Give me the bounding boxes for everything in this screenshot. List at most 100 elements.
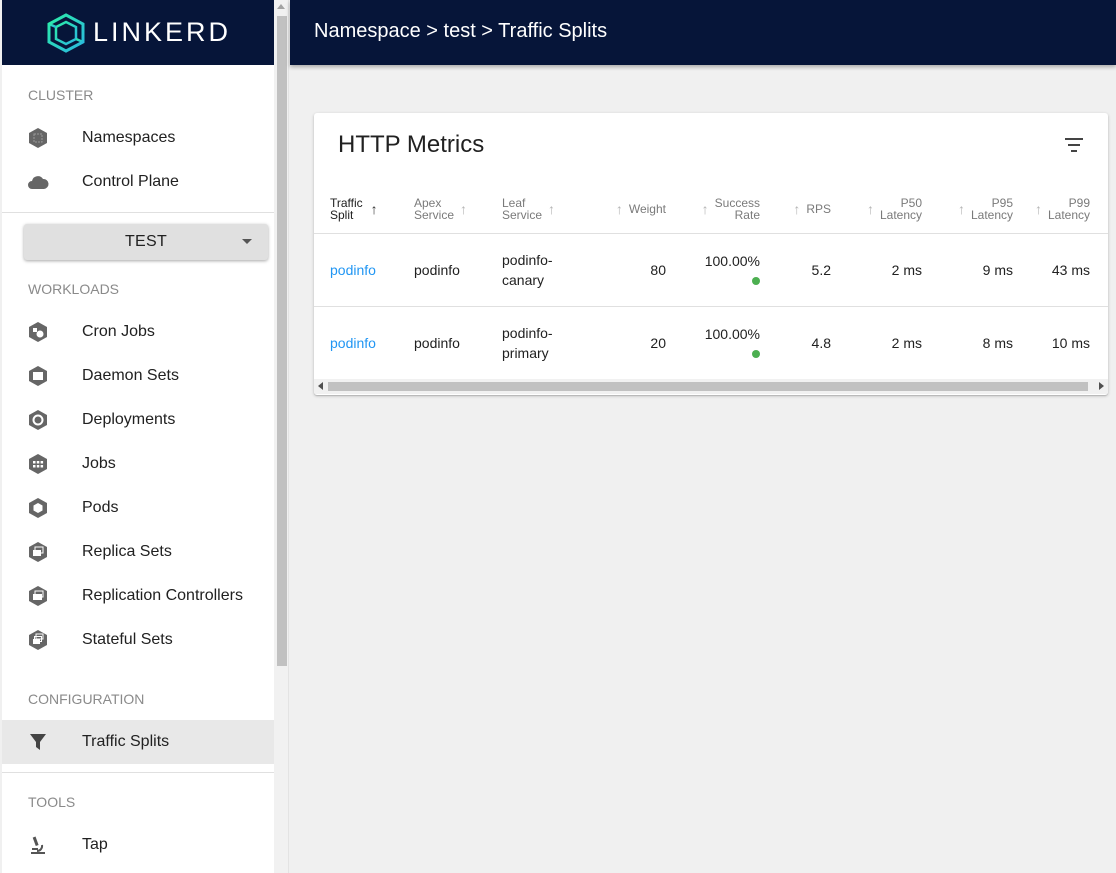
success-status-dot-icon [752, 276, 760, 285]
header-line: Leaf [502, 195, 526, 210]
section-label-workloads: WORKLOADS [28, 281, 120, 297]
column-header-weight[interactable]: ↑ Weight [580, 185, 666, 234]
rps-cell: 5.2 [811, 261, 831, 278]
sidebar-scrollbar-thumb[interactable] [277, 16, 287, 666]
header-line: Service [414, 207, 455, 222]
header-line: Apex [414, 195, 442, 210]
rps-cell: 4.8 [811, 334, 831, 351]
table-header-row: Traffic Split ↑ Apex Service ↑ Leaf Service… [314, 185, 1108, 234]
namespace-select[interactable]: TEST [24, 224, 268, 260]
filter-list-icon[interactable] [1062, 135, 1086, 155]
apex-service-cell: podinfo [414, 334, 460, 351]
scroll-right-arrow-icon[interactable] [1099, 382, 1104, 390]
namespace-select-value: TEST [124, 233, 168, 250]
column-header-leaf-service[interactable]: Leaf Service ↑ [486, 185, 580, 234]
traffic-split-link[interactable]: podinfo [330, 262, 376, 278]
sidebar-item-pods[interactable]: Pods [2, 486, 274, 530]
sidebar-item-cron-jobs[interactable]: Cron Jobs [2, 310, 274, 354]
table-horizontal-scrollbar[interactable] [314, 379, 1108, 394]
sidebar-item-deployments[interactable]: Deployments [2, 398, 274, 442]
cronjob-icon [27, 321, 49, 343]
sidebar-item-label: Replication Controllers [82, 587, 243, 604]
p95-latency-cell: 9 ms [982, 261, 1013, 278]
sidebar-item-label: Pods [82, 499, 119, 516]
sidebar-item-control-plane[interactable]: Control Plane [2, 160, 274, 204]
column-header-rps[interactable]: ↑ RPS [760, 185, 831, 234]
success-rate-cell: 100.00% [704, 252, 760, 269]
column-header-p50-latency[interactable]: ↑ P50 Latency [831, 185, 922, 234]
replicaset-icon [27, 541, 49, 563]
sidebar-item-label: Tap [82, 836, 108, 853]
daemonset-icon [27, 365, 49, 387]
header-line: Service [502, 207, 543, 222]
top-app-bar: Namespace > test > Traffic Splits [290, 0, 1116, 65]
sidebar-item-label: Daemon Sets [82, 367, 179, 384]
header-line: RPS [806, 201, 831, 216]
sort-arrow-icon: ↑ [370, 200, 378, 217]
sidebar-item-namespaces[interactable]: Namespaces [2, 116, 274, 160]
p50-latency-cell: 2 ms [891, 261, 922, 278]
statefulset-icon [27, 629, 49, 651]
sort-arrow-icon: ↑ [1034, 200, 1042, 217]
deployment-icon [27, 409, 49, 431]
sidebar-item-label: Namespaces [82, 129, 176, 146]
job-icon [27, 453, 49, 475]
sidebar-item-traffic-splits[interactable]: Traffic Splits [2, 720, 274, 764]
header-line: P99 [1068, 195, 1090, 210]
table-row: podinfo podinfo podinfo-primary 20 100.0… [314, 306, 1108, 380]
divider [2, 772, 274, 773]
weight-cell: 20 [650, 334, 666, 351]
sort-arrow-icon: ↑ [866, 200, 874, 217]
logo-bar[interactable]: LINKERD [2, 0, 274, 65]
header-line: Success [714, 195, 760, 210]
section-label-tools: TOOLS [28, 794, 76, 810]
sort-arrow-icon: ↑ [701, 200, 709, 217]
sort-arrow-icon: ↑ [460, 200, 468, 217]
metrics-table: Traffic Split ↑ Apex Service ↑ Leaf Service… [314, 185, 1108, 380]
sort-arrow-icon: ↑ [793, 200, 801, 217]
sidebar-item-replication-controllers[interactable]: Replication Controllers [2, 574, 274, 618]
replicationcontroller-icon [27, 585, 49, 607]
table-row: podinfo podinfo podinfo-canary 80 100.00… [314, 233, 1108, 307]
chevron-down-icon [242, 239, 252, 244]
leaf-service-cell: podinfo-primary [502, 324, 553, 361]
divider [2, 212, 274, 213]
sidebar-item-jobs[interactable]: Jobs [2, 442, 274, 486]
column-header-apex-service[interactable]: Apex Service ↑ [398, 185, 486, 234]
logo-text: LINKERD [92, 17, 232, 47]
sidebar-item-label: Replica Sets [82, 543, 172, 560]
column-header-p95-latency[interactable]: ↑ P95 Latency [922, 185, 1013, 234]
column-header-success-rate[interactable]: ↑ Success Rate [666, 185, 760, 234]
sidebar-item-label: Deployments [82, 411, 176, 428]
sidebar-item-stateful-sets[interactable]: Stateful Sets [2, 618, 274, 662]
sidebar-item-tap[interactable]: Tap [2, 823, 274, 867]
sidebar-item-label: Control Plane [82, 173, 179, 190]
sort-arrow-icon: ↑ [615, 200, 623, 217]
microscope-icon [27, 834, 49, 856]
scroll-up-arrow-icon[interactable] [277, 4, 285, 9]
section-label-configuration: CONFIGURATION [28, 691, 145, 707]
column-header-p99-latency[interactable]: ↑ P99 Latency [1013, 185, 1108, 234]
table-scrollbar-thumb[interactable] [328, 382, 1088, 391]
sidebar-item-daemon-sets[interactable]: Daemon Sets [2, 354, 274, 398]
traffic-split-link[interactable]: podinfo [330, 335, 376, 351]
sidebar-item-label: Jobs [82, 455, 116, 472]
p50-latency-cell: 2 ms [891, 334, 922, 351]
header-line: Latency [970, 207, 1013, 222]
linkerd-logo-icon [47, 12, 85, 53]
section-label-cluster: CLUSTER [28, 87, 94, 103]
sidebar-item-replica-sets[interactable]: Replica Sets [2, 530, 274, 574]
header-line: Traffic [330, 195, 363, 210]
http-metrics-card: HTTP Metrics Traffic Split ↑ Apex Service [314, 113, 1108, 395]
column-header-traffic-split[interactable]: Traffic Split ↑ [314, 185, 398, 234]
sidebar-scrollbar[interactable] [274, 0, 289, 873]
sort-arrow-icon: ↑ [957, 200, 965, 217]
success-status-dot-icon [752, 349, 760, 358]
p95-latency-cell: 8 ms [982, 334, 1013, 351]
header-line: Rate [734, 207, 760, 222]
success-rate-cell: 100.00% [704, 325, 760, 342]
p99-latency-cell: 43 ms [1051, 261, 1090, 278]
sidebar-item-label: Cron Jobs [82, 323, 155, 340]
header-line: Latency [879, 207, 922, 222]
scroll-left-arrow-icon[interactable] [318, 382, 323, 390]
